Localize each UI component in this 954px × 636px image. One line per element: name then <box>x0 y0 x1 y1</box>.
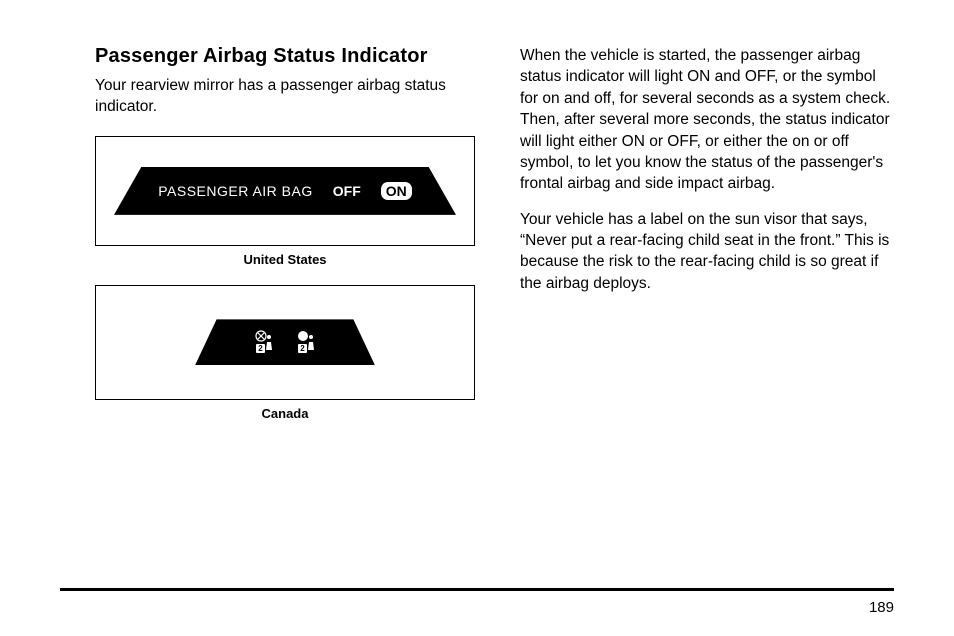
airbag-on-icon: 2 <box>294 330 318 354</box>
svg-text:2: 2 <box>300 344 305 353</box>
page-number: 189 <box>869 599 894 616</box>
figure-us-box: PASSENGER AIR BAG OFF ON <box>95 136 475 246</box>
svg-text:2: 2 <box>258 344 263 353</box>
left-column: Passenger Airbag Status Indicator Your r… <box>95 45 475 439</box>
figure-us-caption: United States <box>95 252 475 267</box>
indicator-us-on: ON <box>381 182 412 200</box>
intro-text: Your rearview mirror has a passenger air… <box>95 76 475 118</box>
figure-ca-caption: Canada <box>95 406 475 421</box>
indicator-us: PASSENGER AIR BAG OFF ON <box>114 167 456 215</box>
right-column: When the vehicle is started, the passeng… <box>520 45 894 439</box>
body-para-2: Your vehicle has a label on the sun viso… <box>520 209 894 295</box>
airbag-off-icon: 2 <box>252 330 276 354</box>
footer-rule <box>60 588 894 591</box>
content-columns: Passenger Airbag Status Indicator Your r… <box>95 45 894 439</box>
section-heading: Passenger Airbag Status Indicator <box>95 45 475 68</box>
body-para-1: When the vehicle is started, the passeng… <box>520 45 894 195</box>
indicator-ca: 2 2 <box>195 319 375 365</box>
figure-ca-box: 2 2 <box>95 285 475 400</box>
indicator-us-label: PASSENGER AIR BAG <box>158 183 313 199</box>
indicator-us-off: OFF <box>333 183 361 199</box>
